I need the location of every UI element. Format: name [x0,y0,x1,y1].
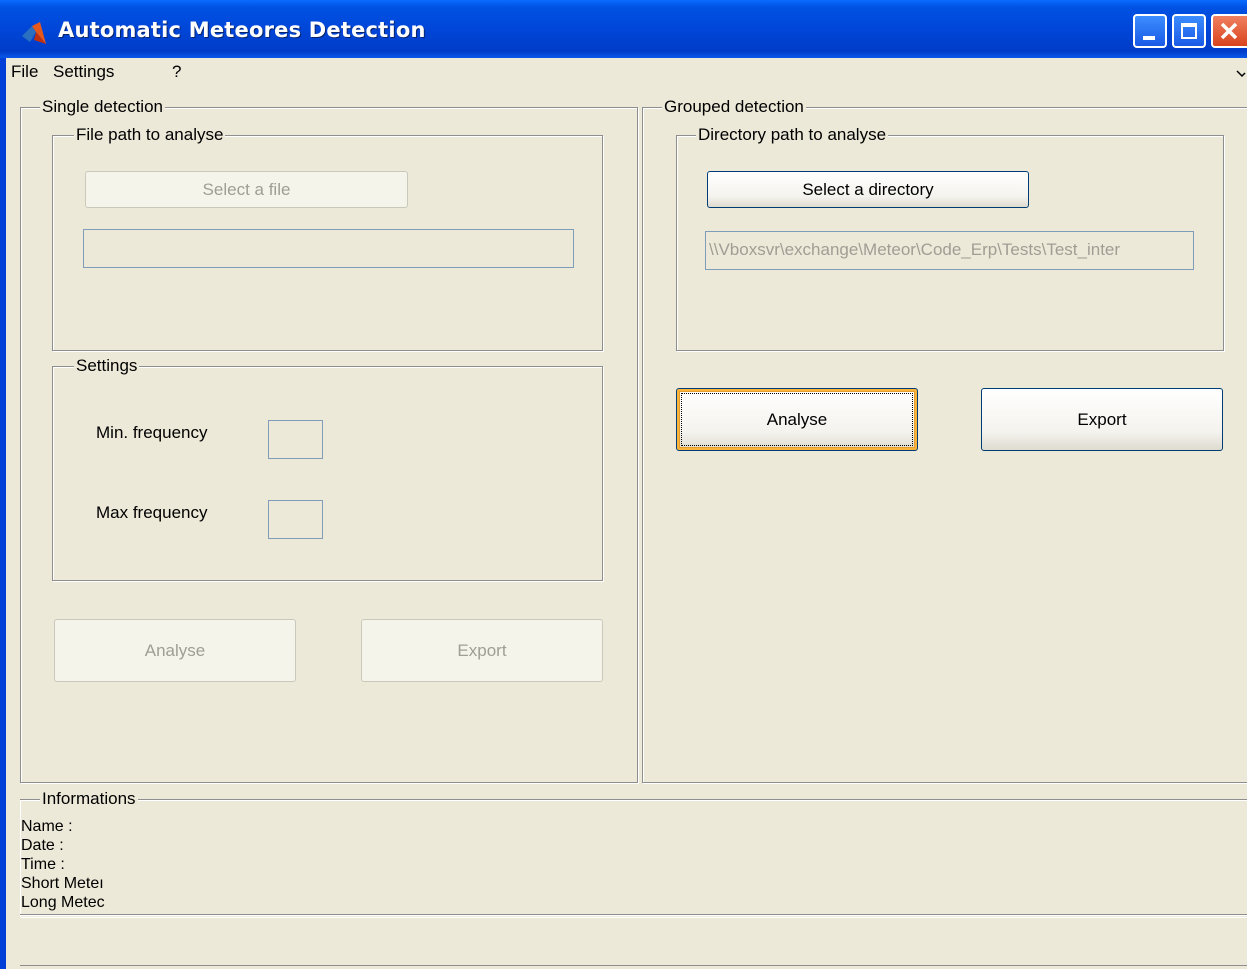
grouped-analyse-label: Analyse [766,410,828,429]
close-icon [1220,22,1238,40]
menu-dock-icon[interactable] [1236,70,1246,78]
select-directory-button[interactable]: Select a directory [707,171,1029,208]
grouped-detection-title: Grouped detection [662,97,806,117]
single-export-label: Export [457,641,507,660]
single-analyse-label: Analyse [144,641,206,660]
maximize-icon [1181,23,1197,39]
minimize-icon [1143,36,1155,40]
directory-path-title: Directory path to analyse [696,125,889,145]
single-analyse-button[interactable]: Analyse [54,619,296,682]
menu-settings[interactable]: Settings [53,62,114,82]
menu-file[interactable]: File [11,62,38,82]
min-frequency-field[interactable] [268,420,323,459]
max-frequency-label: Max frequency [96,503,208,522]
window-border [0,58,6,969]
select-file-button[interactable]: Select a file [85,171,408,208]
max-frequency-field[interactable] [268,500,323,539]
informations-title: Informations [40,789,138,809]
grouped-export-label: Export [1077,410,1127,429]
select-directory-label: Select a directory [802,180,934,199]
status-bar [20,914,1247,966]
directory-path-field[interactable]: \\Vboxsvr\exchange\Meteor\Code_Erp\Tests… [705,231,1194,270]
grouped-analyse-button[interactable]: Analyse [676,388,918,451]
file-path-title: File path to analyse [74,125,226,145]
info-name: Name : [21,818,73,835]
menu-help[interactable]: ? [172,62,181,82]
min-frequency-label: Min. frequency [96,423,208,442]
menu-bar [6,58,1247,88]
minimize-button[interactable] [1133,14,1167,48]
maximize-button[interactable] [1172,14,1206,48]
window-title: Automatic Meteores Detection [58,18,426,42]
file-path-field[interactable] [83,229,574,268]
info-date: Date : [21,837,64,854]
close-button[interactable] [1211,14,1247,48]
settings-panel [52,366,603,581]
info-time: Time : [21,856,65,873]
info-long-meteors: Long Metec [21,894,105,911]
single-export-button[interactable]: Export [361,619,603,682]
info-short-meteors: Short Meteı [21,875,104,892]
informations-panel [20,799,1247,917]
single-detection-title: Single detection [40,97,165,117]
select-file-label: Select a file [202,180,291,199]
settings-title: Settings [74,356,140,376]
grouped-export-button[interactable]: Export [981,388,1223,451]
matlab-icon [22,22,46,44]
